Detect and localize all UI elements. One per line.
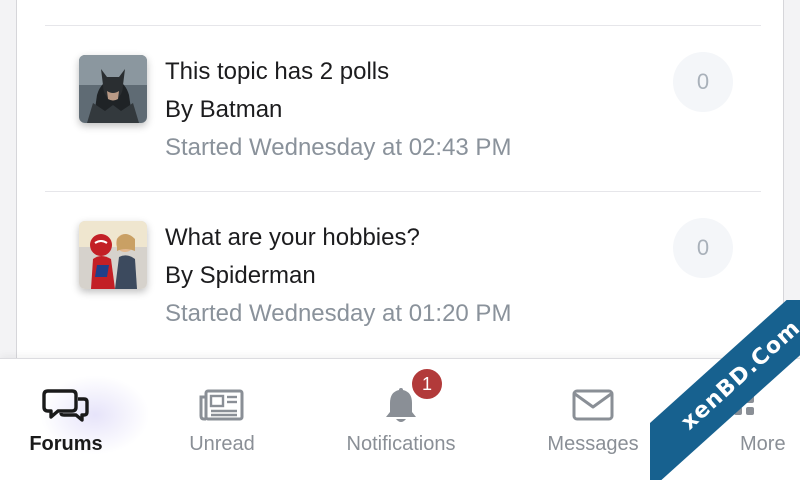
tab-label: Messages xyxy=(547,433,639,455)
notification-badge: 1 xyxy=(410,367,444,401)
envelope-icon xyxy=(569,385,617,425)
watermark-ribbon: xenBD.Com xyxy=(650,300,800,480)
app-screen: This topic has 2 polls By Batman Started… xyxy=(0,0,800,480)
watermark: xenBD.Com xyxy=(650,300,800,480)
thread-start-date: Started Wednesday at 02:43 PM xyxy=(165,134,512,161)
tab-unread[interactable]: Unread xyxy=(162,359,282,480)
thread-author[interactable]: By Batman xyxy=(165,96,282,124)
thread-title[interactable]: What are your hobbies? xyxy=(165,224,420,252)
thread-start-date: Started Wednesday at 01:20 PM xyxy=(165,300,512,327)
tab-notifications[interactable]: Notifications xyxy=(330,359,472,480)
reply-count: 0 xyxy=(673,52,733,112)
thread-author[interactable]: By Spiderman xyxy=(165,262,316,290)
newspaper-icon xyxy=(198,385,246,425)
thread-title[interactable]: This topic has 2 polls xyxy=(165,58,389,86)
batman-avatar[interactable] xyxy=(79,55,147,123)
tab-label: Notifications xyxy=(346,433,456,455)
chat-bubbles-icon xyxy=(42,385,90,425)
reply-count: 0 xyxy=(673,218,733,278)
watermark-text: xenBD.Com xyxy=(676,314,800,435)
thread-item[interactable]: This topic has 2 polls By Batman Started… xyxy=(17,26,783,166)
spiderman-avatar[interactable] xyxy=(79,221,147,289)
tab-label: Forums xyxy=(29,433,103,455)
tab-forums[interactable]: Forums xyxy=(0,359,150,480)
tab-messages[interactable]: Messages xyxy=(530,359,656,480)
tab-label: Unread xyxy=(189,433,255,455)
